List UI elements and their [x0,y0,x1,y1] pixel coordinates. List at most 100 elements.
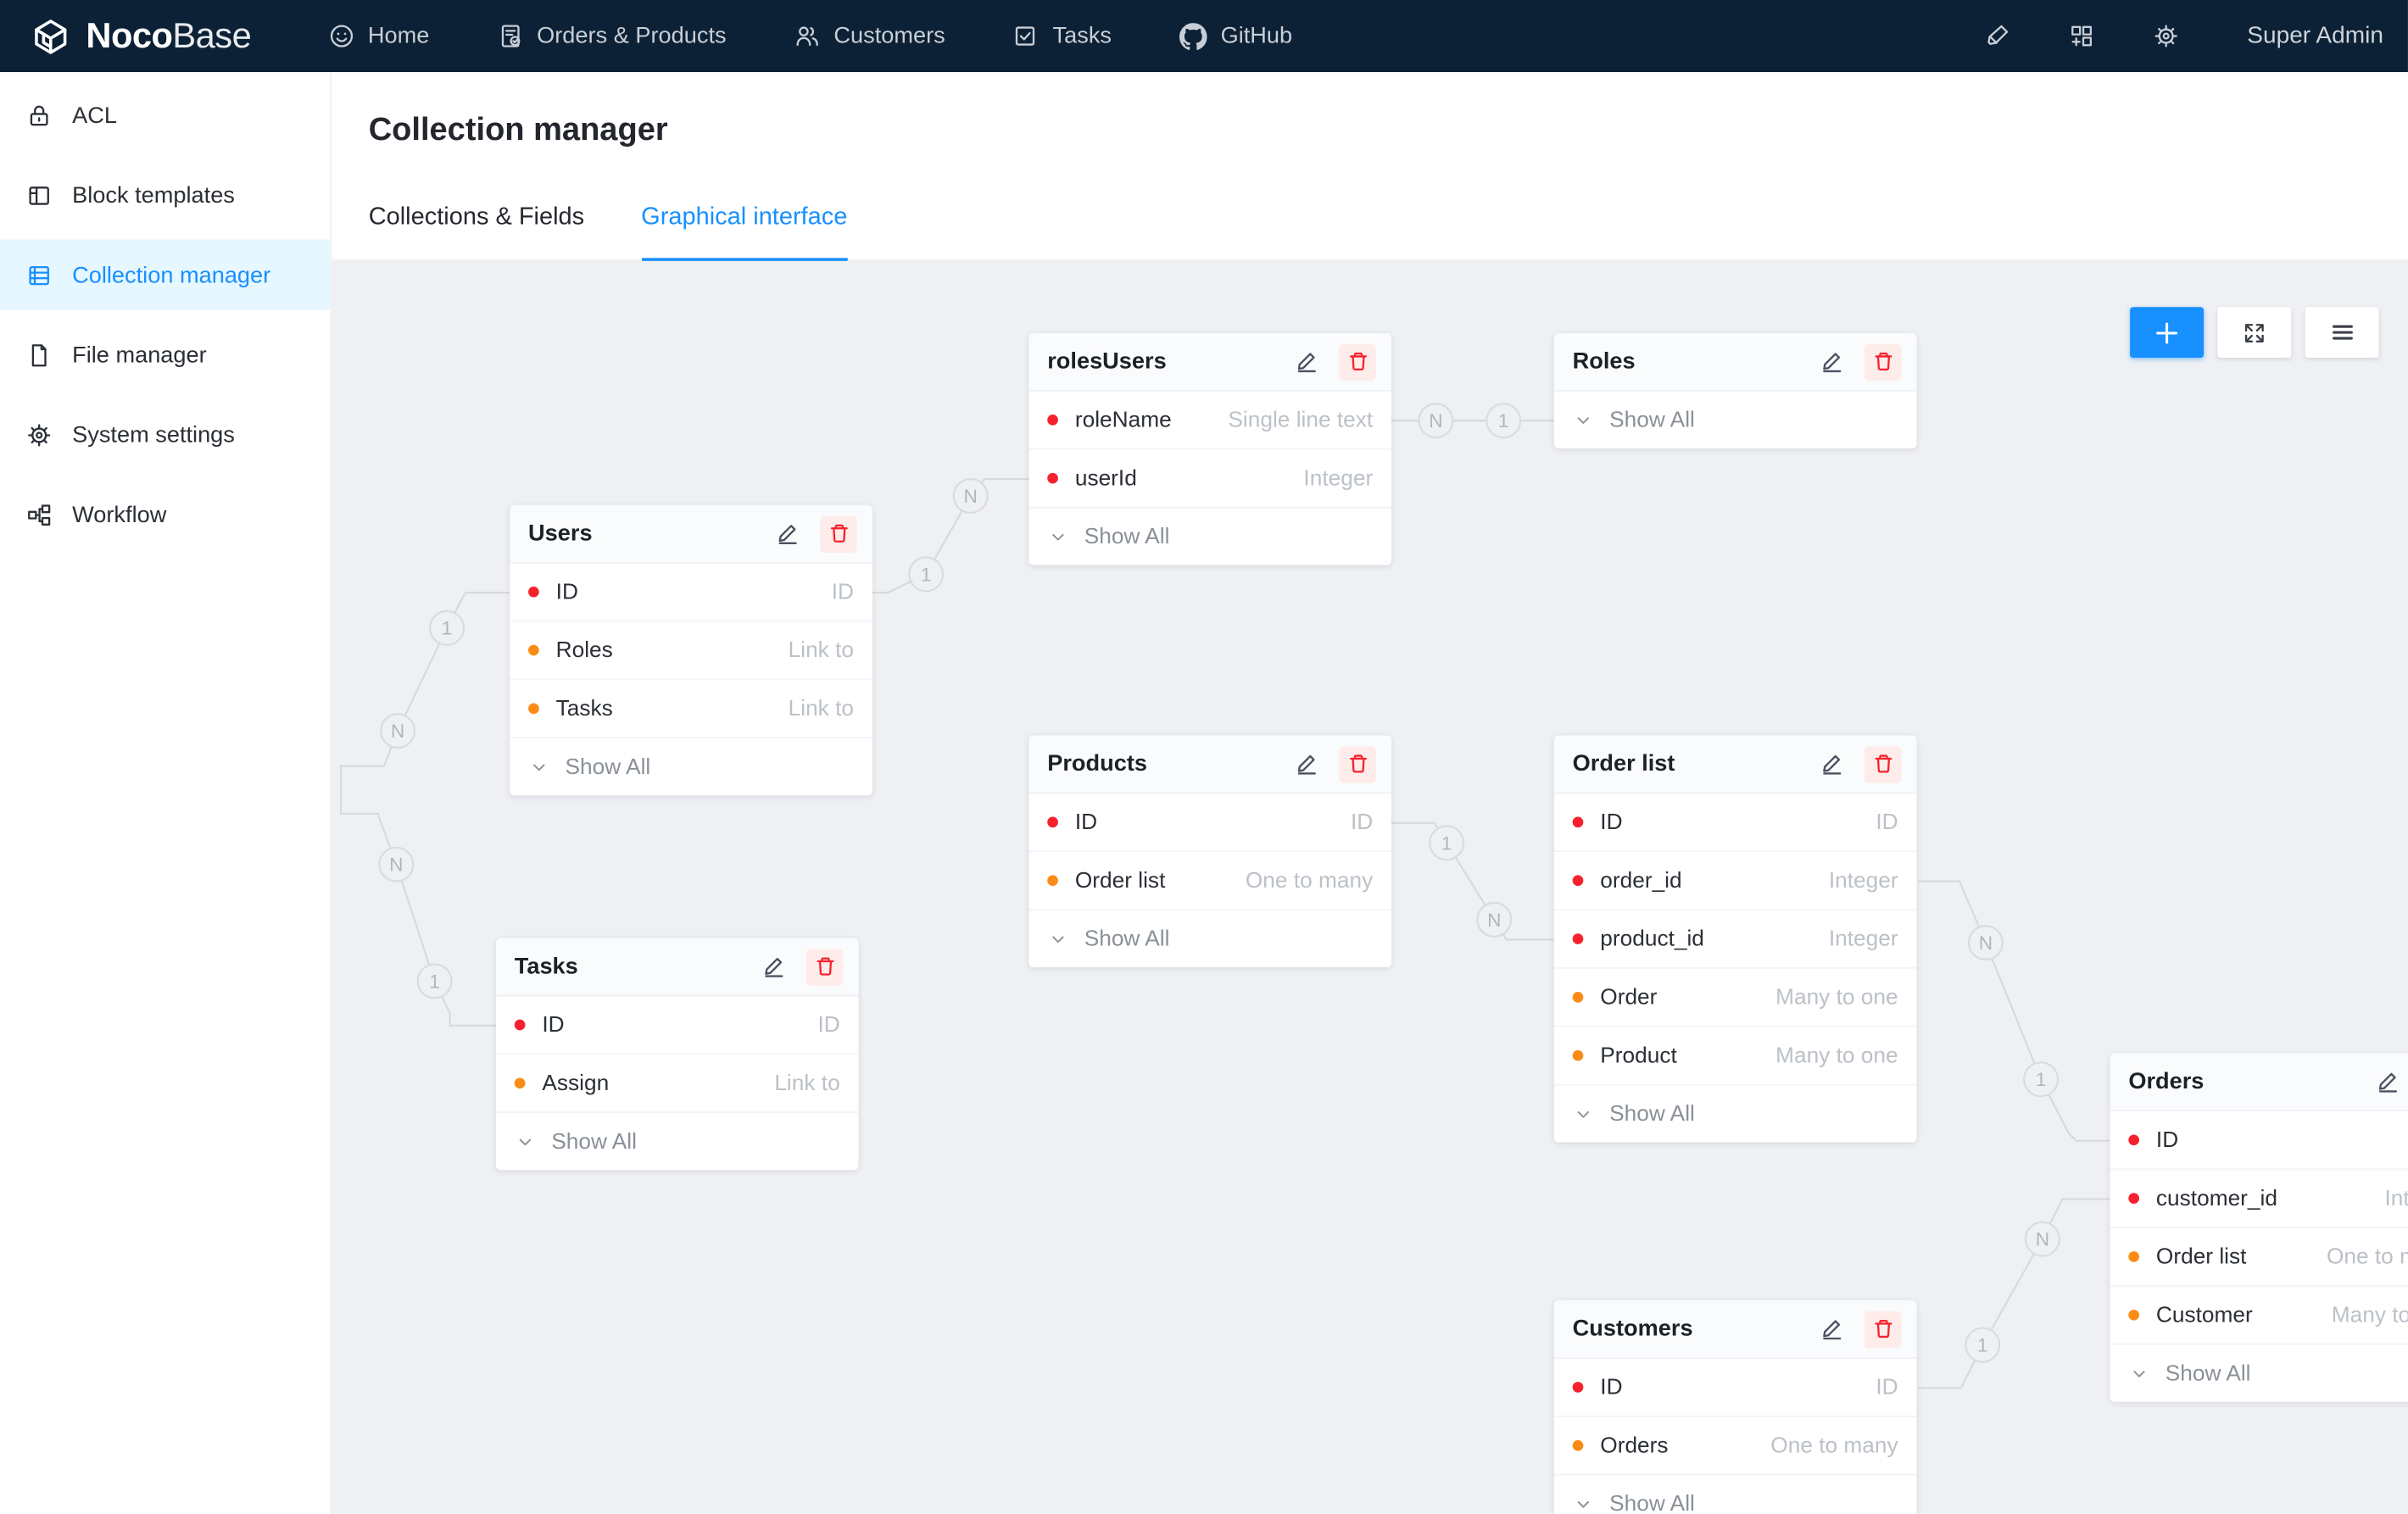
collection-card-users: UsersIDIDRolesLink toTasksLink toShow Al… [510,505,872,795]
edit-collection-button[interactable] [1814,1311,1850,1347]
collection-card-header: Order list [1554,736,1916,794]
edit-collection-button[interactable] [1289,745,1325,782]
edit-collection-button[interactable] [1289,343,1325,380]
show-all-toggle[interactable]: Show All [2110,1345,2408,1402]
cardinality-badge [954,479,988,513]
cardinality-badge [418,964,452,998]
edit-collection-button[interactable] [1814,745,1850,782]
app: NocoBase Home Orders & Products Customers T… [0,0,2408,1514]
svg-text:N: N [391,721,404,742]
settings-icon [2154,23,2180,49]
collection-title: Users [528,520,769,547]
top-nav: NocoBase Home Orders & Products Customers T… [0,0,2408,72]
nav-item-tasks[interactable]: Tasks [1012,23,1112,49]
edit-collection-button[interactable] [755,948,792,984]
nav-item-label: Orders & Products [537,23,726,49]
chevron-down-icon [2128,1362,2149,1383]
show-all-toggle[interactable]: Show All [1029,509,1391,565]
nav-item-github[interactable]: GitHub [1179,22,1292,50]
field-row: ProductMany to one [1554,1027,1916,1086]
sidebar-item-file-manager[interactable]: File manager [0,320,330,390]
cardinality-badge [1486,404,1520,437]
customers-icon [794,23,820,49]
delete-collection-button[interactable] [820,515,856,552]
svg-text:N: N [964,486,978,507]
add-collection-button[interactable] [2130,307,2204,358]
collection-card-header: Users [510,505,872,564]
field-type: One to many [1233,868,1373,893]
collection-card-rolesusers: rolesUsersroleNameSingle line textuserId… [1029,333,1391,565]
collection-card-header: Customers [1554,1300,1916,1359]
nav-item-customers[interactable]: Customers [794,23,945,49]
field-name: Order list [1075,868,1166,893]
menu-button[interactable] [2305,307,2379,358]
field-name: Assign [542,1071,609,1095]
field-type: Integer [1291,466,1373,491]
nav-item-home[interactable]: Home [328,23,430,49]
show-all-toggle[interactable]: Show All [496,1113,858,1170]
sidebar-item-collection-manager[interactable]: Collection manager [0,240,330,310]
show-all-toggle[interactable]: Show All [1029,910,1391,967]
collection-title: Customers [1573,1316,1814,1342]
plugin-blocks-button[interactable] [2069,23,2095,49]
collection-card-orders: OrdersIDIDcustomer_idIntegerOrder listOn… [2110,1053,2408,1401]
edit-icon [1295,752,1319,776]
orange-field-dot [1573,1050,1584,1061]
nav-item-orders-products[interactable]: Orders & Products [497,23,727,49]
er-diagram-canvas[interactable]: N1N11NN11NN1N1rolesUsersroleNameSingle l… [332,261,2408,1514]
field-name: userId [1075,466,1137,491]
menu-icon [2329,320,2355,346]
field-row: Order list One to many [1029,852,1391,910]
collection-card-order-list: Order listIDIDorder_idIntegerproduct_idI… [1554,736,1916,1143]
delete-collection-button[interactable] [1865,1311,1901,1347]
sidebar-item-system-settings[interactable]: System settings [0,399,330,470]
edit-collection-button[interactable] [769,515,805,552]
settings-button[interactable] [2154,23,2180,49]
ui-editor-button[interactable] [1985,23,2011,49]
field-type: Link to [776,638,854,663]
delete-collection-button[interactable] [1339,745,1375,782]
show-all-toggle[interactable]: Show All [1554,392,1916,448]
edit-collection-button[interactable] [1814,343,1850,380]
delete-collection-button[interactable] [1865,343,1901,380]
show-all-toggle[interactable]: Show All [510,738,872,795]
edit-icon [1295,349,1319,374]
user-menu[interactable]: Super Admin [2247,22,2383,50]
delete-collection-button[interactable] [1339,343,1375,380]
collection-card-customers: CustomersIDIDOrdersOne to manyShow All [1554,1300,1916,1514]
block-templates-icon [26,182,53,209]
show-all-toggle[interactable]: Show All [1554,1086,1916,1143]
field-row: userId Integer [1029,450,1391,509]
show-all-label: Show All [551,1129,637,1154]
workflow-icon [26,501,53,527]
svg-text:N: N [1487,910,1501,931]
field-name: ID [2156,1127,2178,1152]
collection-actions [1289,343,1376,380]
sidebar-item-acl[interactable]: ACL [0,80,330,150]
field-type: ID [805,1012,840,1037]
field-type: Link to [776,696,854,721]
field-row: customer_idInteger [2110,1170,2408,1228]
edit-collection-button[interactable] [2370,1063,2406,1099]
sidebar-item-workflow[interactable]: Workflow [0,479,330,549]
plugin-blocks-icon [2069,23,2095,49]
sidebar-item-block-templates[interactable]: Block templates [0,159,330,230]
delete-collection-button[interactable] [806,948,843,984]
svg-text:1: 1 [2036,1069,2047,1090]
edit-icon [776,521,800,546]
edit-icon [761,955,786,979]
collection-title: Tasks [515,954,755,980]
fullscreen-button[interactable] [2217,307,2291,358]
brand-name: NocoBase [86,15,251,57]
collection-card-header: Roles [1554,333,1916,392]
tab-collections-fields[interactable]: Collections & Fields [369,201,584,259]
show-all-toggle[interactable]: Show All [1554,1476,1916,1514]
trash-icon [1346,752,1369,775]
field-row: order_idInteger [1554,852,1916,910]
field-name: Roles [556,638,613,663]
show-all-label: Show All [566,754,651,779]
collection-title: Orders [2128,1069,2369,1095]
logo[interactable]: NocoBase [31,15,251,57]
delete-collection-button[interactable] [1865,745,1901,782]
tab-graphical-interface[interactable]: Graphical interface [641,201,847,259]
